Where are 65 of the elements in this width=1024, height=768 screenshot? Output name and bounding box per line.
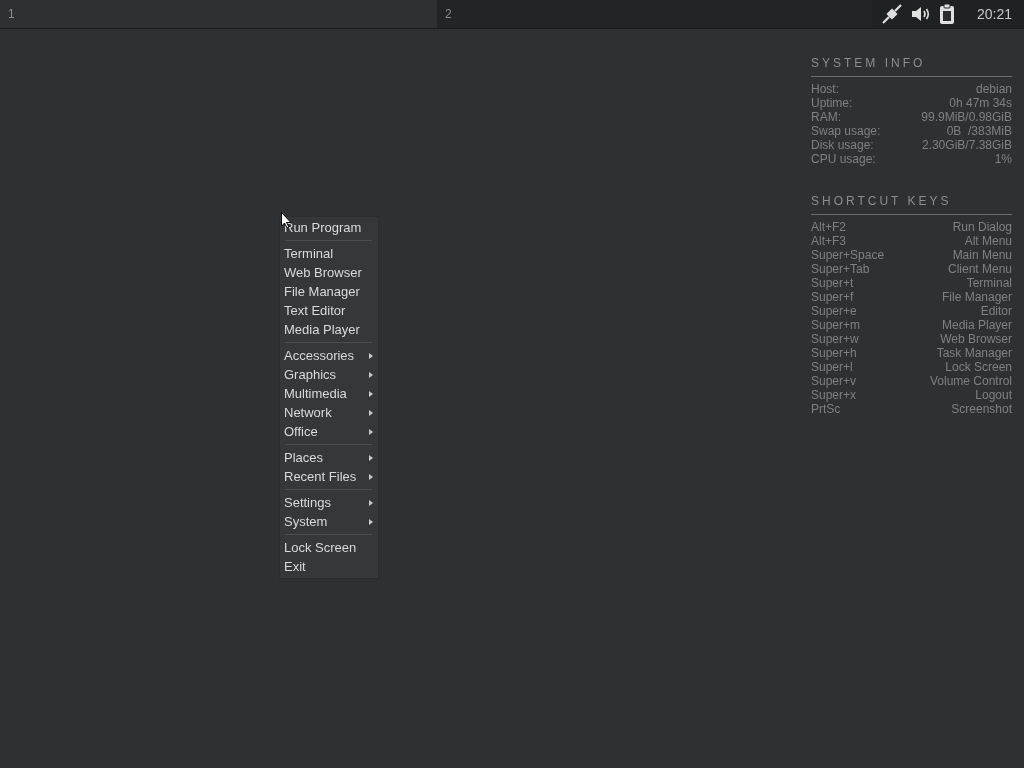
menu-item[interactable]: Web Browser [280, 263, 378, 282]
shortcut-action: Volume Control [929, 374, 1012, 388]
shortcut-action: File Manager [941, 290, 1012, 304]
menu-item[interactable]: File Manager [280, 282, 378, 301]
menu-item[interactable]: Media Player [280, 320, 378, 339]
shortcut-action: Client Menu [947, 262, 1012, 276]
workspace-tab[interactable]: 1 [0, 0, 437, 28]
shortcut-action: Alt Menu [964, 234, 1012, 248]
section-heading: SHORTCUT KEYS [811, 194, 1012, 215]
shortcut-key: Super+m [811, 318, 861, 332]
shortcut-key: Super+f [811, 290, 854, 304]
shortcut-action: Lock Screen [945, 360, 1012, 374]
info-value: 2.30GiB/7.38GiB [921, 138, 1012, 152]
shortcut-key: PrtSc [811, 402, 841, 416]
shortcut-action: Media Player [941, 318, 1012, 332]
shortcut-key: Super+h [811, 346, 857, 360]
menu-item[interactable]: Recent Files [280, 467, 378, 486]
shortcut-action: Editor [980, 304, 1012, 318]
clock-time[interactable]: 20:21 [976, 6, 1012, 22]
info-label: Host: [811, 82, 839, 96]
shortcut-key: Super+x [811, 388, 857, 402]
shortcut-action: Main Menu [952, 248, 1012, 262]
info-label: Uptime: [811, 96, 853, 110]
menu-item[interactable]: Graphics [280, 365, 378, 384]
menu-item[interactable]: Terminal [280, 244, 378, 263]
shortcut-key: Super+Space [811, 248, 885, 262]
info-label: CPU usage: [811, 152, 876, 166]
info-value: 99.9MiB/0.98GiB [921, 110, 1012, 124]
menu-item[interactable]: Office [280, 422, 378, 441]
shortcut-key: Super+t [811, 276, 854, 290]
menu-item[interactable]: Text Editor [280, 301, 378, 320]
info-value: 1% [994, 152, 1012, 166]
menu-item[interactable]: System [280, 512, 378, 531]
shortcut-key: Super+e [811, 304, 857, 318]
shortcut-key: Super+l [811, 360, 853, 374]
section-heading: SYSTEM INFO [811, 56, 1012, 77]
menu-item[interactable]: Places [280, 448, 378, 467]
shortcut-key: Super+v [811, 374, 857, 388]
shortcut-action: Task Manager [936, 346, 1012, 360]
shortcut-action: Run Dialog [952, 220, 1012, 234]
clipboard-icon[interactable] [938, 3, 955, 25]
shortcut-key: Alt+F2 [811, 220, 846, 234]
menu-item[interactable]: Exit [280, 557, 378, 576]
menu-item[interactable]: Multimedia [280, 384, 378, 403]
workspace-tab[interactable]: 2 [437, 0, 872, 28]
shortcut-action: Screenshot [951, 402, 1012, 416]
menu-item[interactable]: Network [280, 403, 378, 422]
info-value: 0h 47m 34s [949, 96, 1012, 110]
speaker-icon[interactable] [910, 6, 931, 22]
info-value: debian [975, 82, 1012, 96]
info-label: Disk usage: [811, 138, 874, 152]
info-value: 0B /383MiB [946, 124, 1012, 138]
menu-item[interactable]: Accessories [280, 346, 378, 365]
menu-item[interactable]: Settings [280, 493, 378, 512]
info-label: RAM: [811, 110, 841, 124]
shortcut-key: Alt+F3 [811, 234, 846, 248]
plug-icon[interactable] [880, 3, 903, 25]
shortcut-key: Super+Tab [811, 262, 870, 276]
shortcut-action: Terminal [966, 276, 1012, 290]
shortcut-action: Web Browser [940, 332, 1012, 346]
menu-item[interactable]: Run Program [280, 218, 378, 237]
menu-item[interactable]: Lock Screen [280, 538, 378, 557]
shortcut-action: Logout [975, 388, 1012, 402]
shortcut-key: Super+w [811, 332, 859, 346]
info-label: Swap usage: [811, 124, 881, 138]
